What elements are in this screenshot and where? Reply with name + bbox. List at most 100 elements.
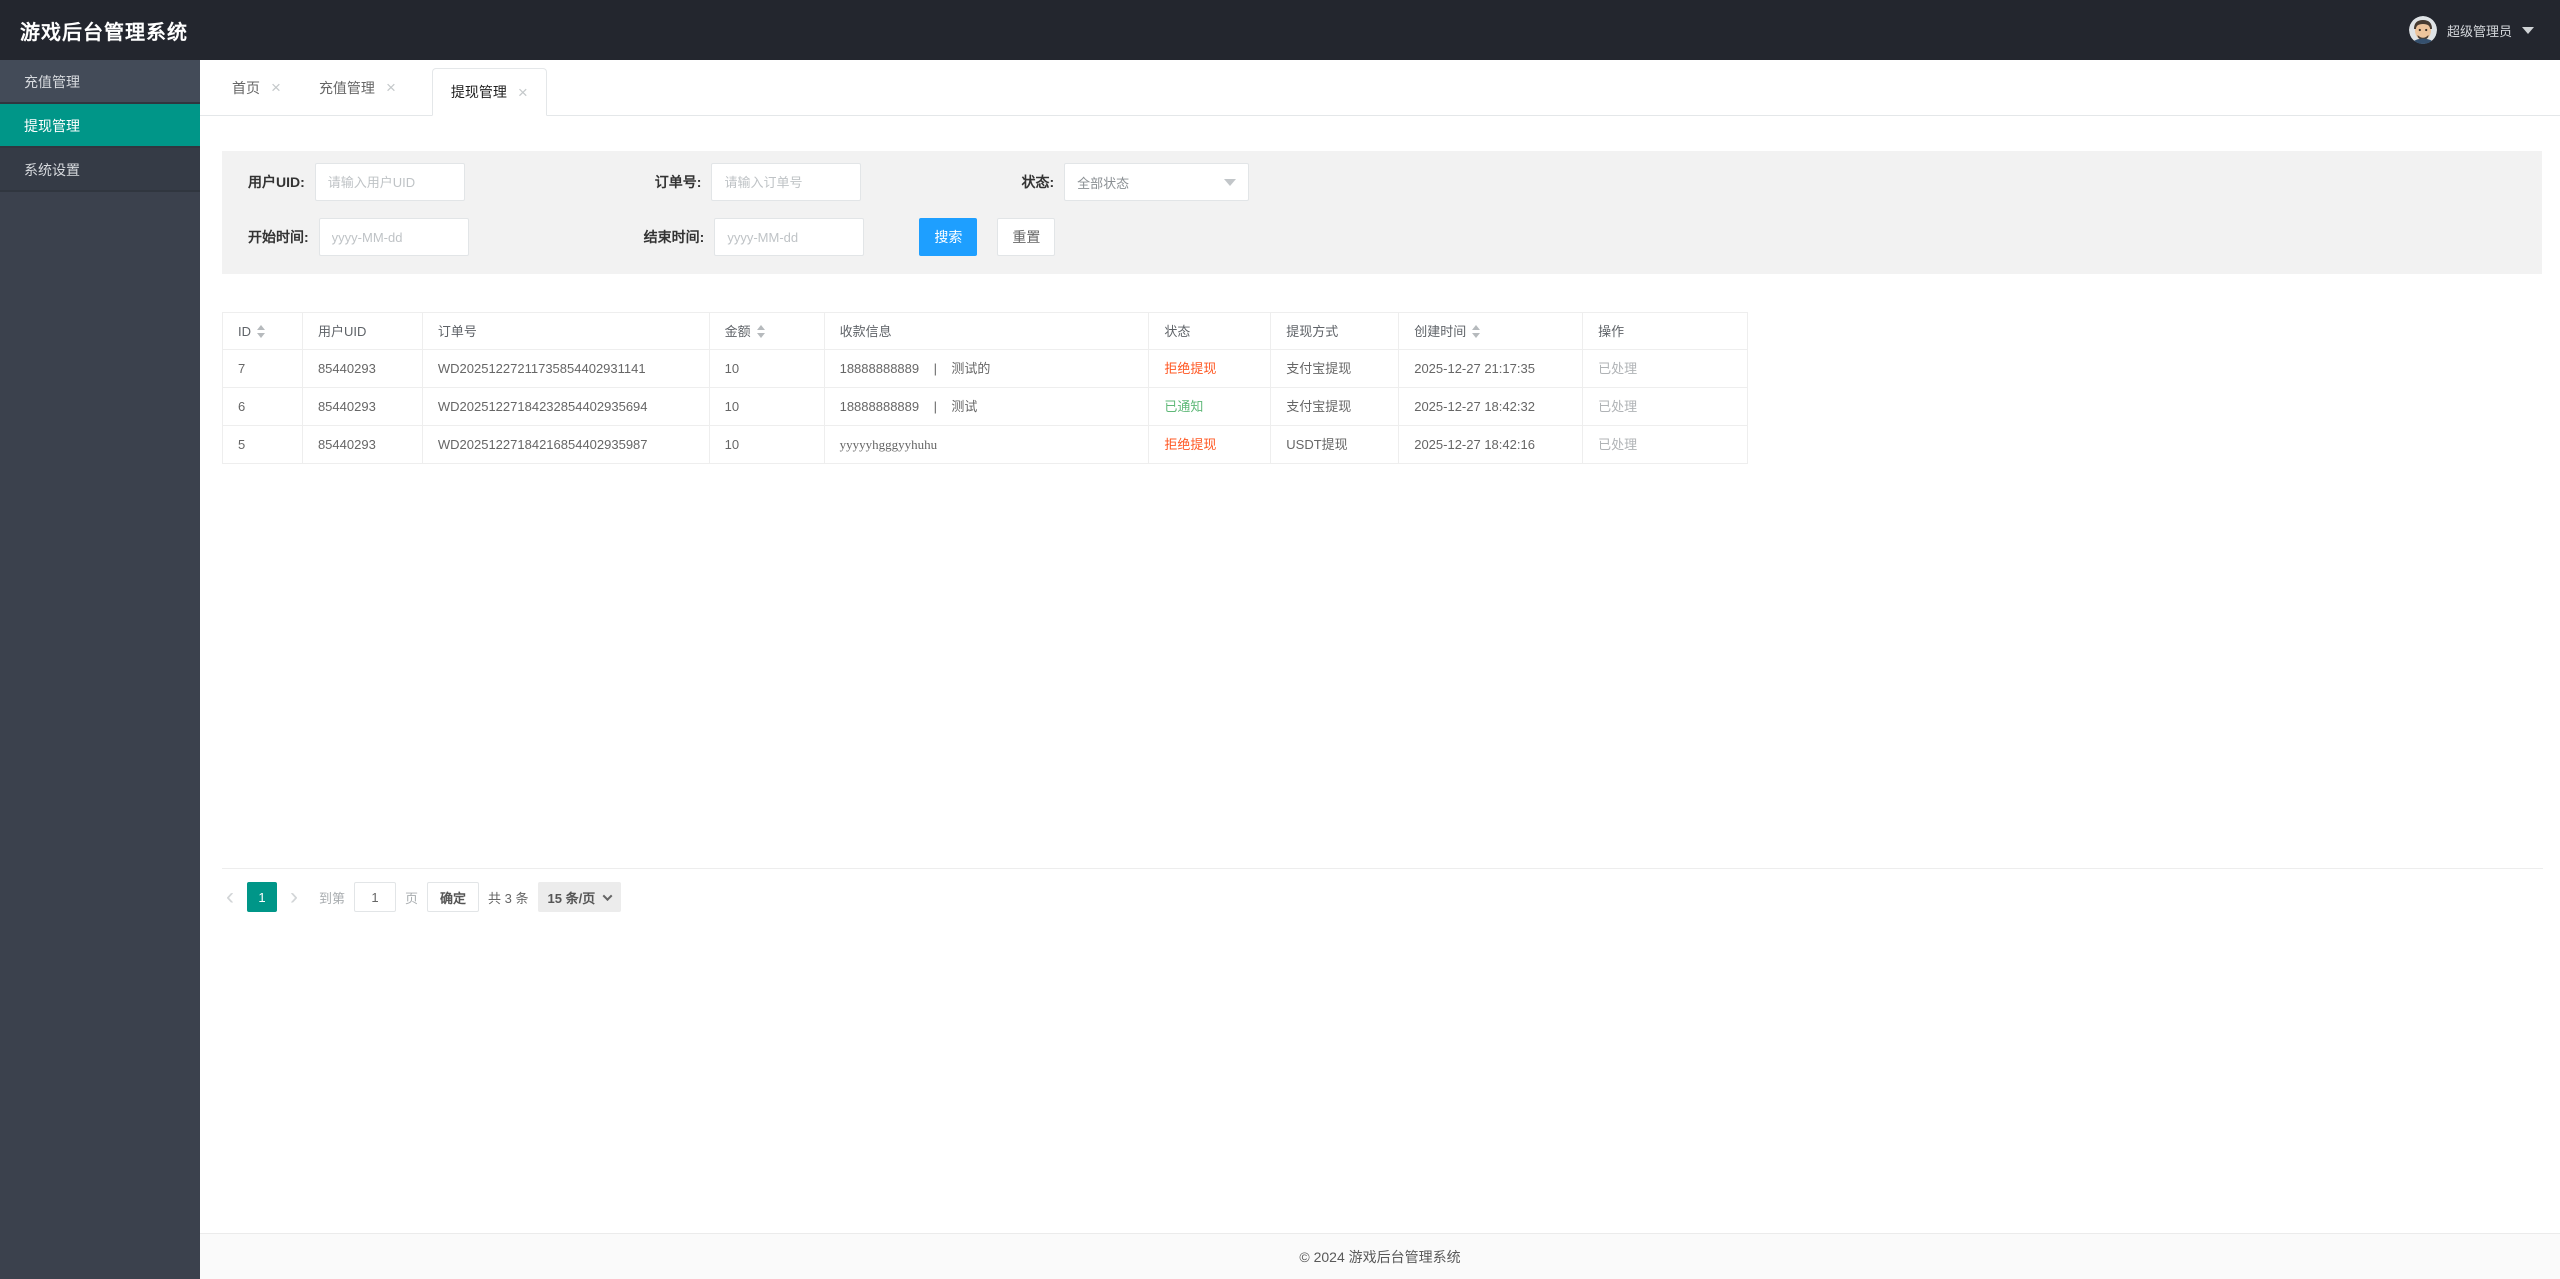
cell-payee: yyyyyhgggyyhuhu [824,426,1150,464]
cell-uid: 85440293 [302,388,423,426]
tab-close-icon[interactable]: × [386,79,396,96]
status-select-value: 全部状态 [1077,175,1130,191]
withdrawals-table: ID 用户UID 订单号 金额 收款信息 状态 提现方式 创建时间 操作 7 85440293 WD2… [222,312,1748,464]
column-header-label: 收款信息 [839,323,892,339]
sort-icon[interactable] [756,324,765,338]
cell-method: 支付宝提现 [1271,350,1400,388]
sort-desc-icon [1472,332,1481,338]
column-header-status: 状态 [1149,312,1272,350]
column-header-payee: 收款信息 [824,312,1150,350]
column-header-label: 用户UID [317,323,367,339]
start-time-label: 开始时间: [248,229,309,245]
content: 用户UID: 订单号: 状态: 全部状态 开始时间: 结束时间: 搜索 重置 I… [200,116,2560,1233]
page-size-value: 15 条/页 [547,890,596,906]
cell-order_no: WD20251227184232854402935694 [422,388,710,426]
table-row: 7 85440293 WD20251227211735854402931141 10 1… [223,350,1748,388]
pagination: ‹ 1 › 到第 页 确定 共 3 条 15 条/页 [222,882,2542,912]
column-header-label: 订单号 [437,323,477,339]
sidebar-item-系统设置[interactable]: 系统设置 [0,148,200,192]
column-header-label: 创建时间 [1414,323,1467,339]
page-prev-button[interactable]: ‹ [222,884,238,910]
tab-首页[interactable]: 首页 × [218,60,295,115]
total-count-label: 共 3 条 [488,890,529,906]
page-size-select[interactable]: 15 条/页 [537,882,622,912]
sort-asc-icon [1472,324,1481,330]
cell-order_no: WD20251227184216854402935987 [422,426,710,464]
cell-status: 拒绝提现 [1149,426,1272,464]
cell-created_at: 2025-12-27 18:42:16 [1399,426,1584,464]
user-name: 超级管理员 [2446,23,2512,39]
goto-page-input[interactable] [354,882,397,912]
page-next-button[interactable]: › [286,884,302,910]
reset-button[interactable]: 重置 [997,218,1056,256]
column-header-amount: 金额 [709,312,825,350]
avatar [2408,16,2437,44]
sidebar-item-充值管理[interactable]: 充值管理 [0,60,200,104]
cell-payee: 18888888889 | 测试 [824,388,1150,426]
column-header-action: 操作 [1583,312,1748,350]
tab-close-icon[interactable]: × [518,84,528,101]
sort-icon[interactable] [1472,324,1481,338]
cell-amount: 10 [709,350,825,388]
tab-label: 充值管理 [318,79,375,96]
filter-panel: 用户UID: 订单号: 状态: 全部状态 开始时间: 结束时间: 搜索 重置 [222,151,2542,274]
sidebar-item-提现管理[interactable]: 提现管理 [0,104,200,148]
main-area: 首页 × 充值管理 × 提现管理 × 用户UID: 订单号: 状态: 全部状态 开始时间:… [200,60,2560,1279]
action-processed-label: 已处理 [1583,350,1748,388]
user-menu[interactable]: 超级管理员 [2408,16,2534,44]
table-row: 6 85440293 WD20251227184232854402935694 10 1… [223,388,1748,426]
column-header-label: ID [238,323,251,339]
cell-method: USDT提现 [1271,426,1400,464]
tab-bar: 首页 × 充值管理 × 提现管理 × [200,60,2560,116]
copyright-text: © 2024 游戏后台管理系统 [1299,1248,1461,1265]
cell-id: 6 [223,388,303,426]
column-header-id: ID [223,312,303,350]
cell-payee: 18888888889 | 测试的 [824,350,1150,388]
table-row: 5 85440293 WD20251227184216854402935987 10 y… [223,426,1748,464]
table-bottom-divider [222,868,2543,869]
search-button[interactable]: 搜索 [919,218,978,256]
tab-label: 首页 [232,79,260,96]
goto-prefix-label: 到第 [319,890,346,906]
sort-asc-icon [257,324,265,330]
tab-close-icon[interactable]: × [271,79,281,96]
page-current[interactable]: 1 [247,882,277,912]
uid-input[interactable] [314,163,465,201]
order-no-input[interactable] [711,163,862,201]
goto-confirm-button[interactable]: 确定 [427,882,480,912]
cell-id: 7 [223,350,303,388]
sort-desc-icon [257,332,265,338]
cell-amount: 10 [709,388,825,426]
column-header-label: 操作 [1598,323,1625,339]
column-header-label: 状态 [1164,323,1191,339]
action-processed-label: 已处理 [1583,426,1748,464]
end-time-label: 结束时间: [643,229,705,245]
sidebar: 充值管理 提现管理 系统设置 [0,60,200,1279]
sort-icon[interactable] [257,324,265,338]
column-header-created_at: 创建时间 [1399,312,1584,350]
chevron-down-icon [1224,178,1237,186]
chevron-down-icon [2522,26,2534,34]
tab-提现管理[interactable]: 提现管理 × [431,68,547,116]
goto-suffix-label: 页 [405,890,419,906]
column-header-label: 金额 [724,323,751,339]
app-header: 游戏后台管理系统 超级管理员 [0,0,2560,60]
cell-order_no: WD20251227211735854402931141 [422,350,710,388]
app-footer: © 2024 游戏后台管理系统 [200,1233,2560,1279]
start-time-input[interactable] [318,218,469,256]
table-header-row: ID 用户UID 订单号 金额 收款信息 状态 提现方式 创建时间 操作 [223,312,1748,350]
tab-label: 提现管理 [450,84,507,100]
cell-created_at: 2025-12-27 18:42:32 [1399,388,1584,426]
cell-status: 已通知 [1149,388,1272,426]
column-header-method: 提现方式 [1271,312,1400,350]
column-header-order_no: 订单号 [422,312,710,350]
column-header-label: 提现方式 [1286,323,1339,339]
end-time-input[interactable] [714,218,865,256]
sort-desc-icon [756,332,765,338]
tab-充值管理[interactable]: 充值管理 × [305,60,410,115]
table-empty-space [222,464,2542,868]
cell-method: 支付宝提现 [1271,388,1400,426]
cell-status: 拒绝提现 [1149,350,1272,388]
status-select[interactable]: 全部状态 [1064,163,1250,201]
chevron-down-icon [602,890,613,901]
